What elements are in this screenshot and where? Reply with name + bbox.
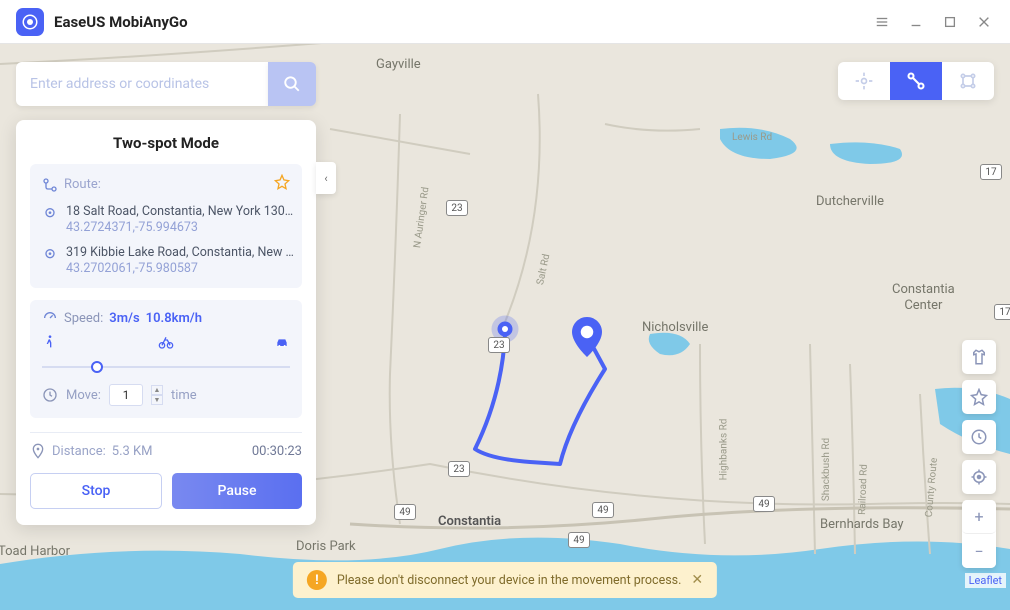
clothing-icon[interactable] xyxy=(962,340,996,374)
panel-collapse-toggle[interactable]: ‹ xyxy=(316,162,336,194)
warning-toast: ! Please don't disconnect your device in… xyxy=(293,562,717,598)
panel-title: Two-spot Mode xyxy=(30,134,302,152)
speed-kmh: 10.8km/h xyxy=(146,311,202,326)
route-coords: 43.2724371,-75.994673 xyxy=(66,220,296,235)
route-address: 18 Salt Road, Constantia, New York 1304… xyxy=(66,204,296,219)
mode-teleport[interactable] xyxy=(838,62,890,100)
stepper-up[interactable]: ▲ xyxy=(151,385,163,395)
map-attribution[interactable]: Leaflet xyxy=(965,573,1006,588)
mode-multi-spot[interactable] xyxy=(942,62,994,100)
route-address: 319 Kibbie Lake Road, Constantia, New Y… xyxy=(66,245,296,260)
route-label: Route: xyxy=(64,177,101,192)
title-bar: EaseUS MobiAnyGo xyxy=(0,0,1010,44)
zoom-in-button[interactable]: + xyxy=(962,500,996,534)
move-suffix: time xyxy=(171,388,197,403)
toast-close[interactable]: ✕ xyxy=(691,572,703,588)
route-box: Route: 18 Salt Road, Constantia, New Yor… xyxy=(30,164,302,288)
toast-message: Please don't disconnect your device in t… xyxy=(337,573,682,588)
maximize-button[interactable] xyxy=(940,12,960,32)
zoom-out-button[interactable]: − xyxy=(962,534,996,568)
pause-button[interactable]: Pause xyxy=(172,473,302,509)
move-label: Move: xyxy=(66,388,101,403)
move-count-input[interactable] xyxy=(109,384,143,406)
duration-value: 00:30:23 xyxy=(252,444,302,459)
search-input[interactable] xyxy=(16,62,268,106)
history-icon[interactable] xyxy=(962,420,996,454)
stepper-down[interactable]: ▼ xyxy=(151,395,163,405)
route-point-start: 18 Salt Road, Constantia, New York 1304…… xyxy=(42,204,290,235)
mode-bar xyxy=(838,62,994,100)
stop-button[interactable]: Stop xyxy=(30,473,162,509)
mode-two-spot[interactable] xyxy=(890,62,942,100)
locate-icon[interactable] xyxy=(962,460,996,494)
close-button[interactable] xyxy=(974,12,994,32)
search-button[interactable] xyxy=(268,62,316,106)
destination-marker xyxy=(572,317,602,347)
speedometer-icon xyxy=(42,310,58,326)
walk-icon[interactable] xyxy=(42,334,58,354)
app-logo xyxy=(16,8,44,36)
route-coords: 43.2702061,-75.980587 xyxy=(66,261,296,276)
menu-icon[interactable] xyxy=(872,12,892,32)
warning-icon: ! xyxy=(307,570,327,590)
car-icon[interactable] xyxy=(274,334,290,354)
speed-box: Speed: 3m/s 10.8km/h Move: ▲ ▼ xyxy=(30,300,302,418)
route-panel: Two-spot Mode Route: 18 Salt Road, Const… xyxy=(16,120,316,525)
app-title: EaseUS MobiAnyGo xyxy=(54,13,188,31)
speed-label: Speed: xyxy=(64,311,103,326)
current-location-marker xyxy=(490,314,520,344)
route-point-end: 319 Kibbie Lake Road, Constantia, New Y…… xyxy=(42,245,290,276)
bike-icon[interactable] xyxy=(158,334,174,354)
distance-value: 5.3 KM xyxy=(112,444,153,459)
minimize-button[interactable] xyxy=(906,12,926,32)
distance-label: Distance: xyxy=(52,444,106,459)
star-icon[interactable] xyxy=(962,380,996,414)
speed-ms: 3m/s xyxy=(109,311,139,326)
favorite-icon[interactable] xyxy=(274,174,290,194)
speed-slider[interactable] xyxy=(42,360,290,374)
repeat-icon xyxy=(42,387,58,403)
route-icon xyxy=(42,177,58,193)
distance-icon xyxy=(30,443,46,459)
